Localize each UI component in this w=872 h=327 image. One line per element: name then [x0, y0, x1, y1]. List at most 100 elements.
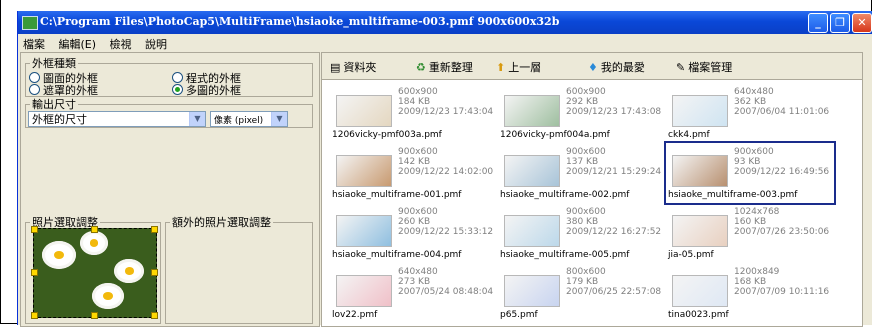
file-name: hsiaoke_multiframe-005.pmf [500, 250, 630, 260]
restore-button[interactable]: ❐ [830, 13, 850, 33]
favorites-label: 我的最愛 [600, 61, 645, 74]
title-bar[interactable]: C:\Program Files\PhotoCap5\MultiFrame\hs… [18, 11, 872, 34]
folder-button[interactable]: ▤ 資料夾 [330, 59, 376, 75]
file-dims: 600x900 [398, 87, 438, 97]
file-date: 2009/12/22 16:49:56 [734, 167, 830, 177]
file-date: 2009/12/22 14:02:00 [398, 167, 494, 177]
app-icon [22, 16, 38, 30]
file-meta: 600x900 292 KB 2009/12/23 17:43:08 [566, 87, 661, 117]
thumbnail-image [504, 215, 560, 247]
file-meta: 900x600 93 KB 2009/12/22 16:49:56 [734, 147, 829, 177]
file-dims: 640x480 [398, 267, 438, 277]
file-dims: 640x480 [734, 87, 774, 97]
menu-bar: 檔案 編輯(E) 檢視 說明 [18, 34, 872, 51]
frame-type-legend: 外框種類 [32, 57, 76, 70]
file-dims: 1024x768 [734, 207, 780, 217]
refresh-button[interactable]: ♻ 重新整理 [416, 59, 473, 75]
app-window: C:\Program Files\PhotoCap5\MultiFrame\hs… [17, 11, 872, 327]
file-thumbnail[interactable]: 900x600 260 KB 2009/12/22 15:33:12 hsiaoke_… [330, 203, 498, 263]
chevron-down-icon[interactable]: ▼ [189, 112, 205, 126]
thumbnail-image [672, 95, 728, 127]
menu-file[interactable]: 檔案 [18, 34, 50, 54]
radio-dot-selected [172, 84, 183, 95]
browser-toolbar: ▤ 資料夾 ♻ 重新整理 ⬆ 上一層 ♦ 我的最愛 ✎ 檔案管理 [322, 53, 862, 80]
refresh-label: 重新整理 [428, 61, 473, 74]
menu-view[interactable]: 檢視 [105, 34, 137, 54]
left-panel: 外框種類 圖面的外框 程式的外框 遮罩的外框 多圖的外框 輸出尺寸 外框的尺寸 … [20, 52, 320, 327]
file-name: p65.pmf [500, 310, 538, 320]
file-dims: 900x600 [566, 147, 606, 157]
folder-icon: ▤ [330, 61, 341, 74]
close-button[interactable]: ✕ [852, 13, 872, 33]
file-name: 1206vicky-pmf004a.pmf [500, 130, 610, 140]
crop-handle[interactable] [31, 312, 38, 319]
file-size: 142 KB [398, 157, 431, 167]
file-thumbnail[interactable]: 900x600 380 KB 2009/12/22 16:27:52 hsiaoke_… [498, 203, 666, 263]
file-thumbnail[interactable]: 640x480 273 KB 2007/05/24 08:48:04 lov22.pm… [330, 263, 498, 323]
file-size: 168 KB [734, 277, 767, 287]
file-thumbnail[interactable]: 600x900 184 KB 2009/12/23 17:43:04 1206vick… [330, 83, 498, 143]
crop-handle[interactable] [151, 269, 158, 276]
file-name: hsiaoke_multiframe-002.pmf [500, 190, 630, 200]
file-date: 2007/06/04 11:01:06 [734, 107, 830, 117]
thumbnail-image [504, 275, 560, 307]
thumbnail-image [336, 155, 392, 187]
file-dims: 600x900 [566, 87, 606, 97]
file-manager-button[interactable]: ✎ 檔案管理 [676, 59, 732, 75]
file-meta: 900x600 260 KB 2009/12/22 15:33:12 [398, 207, 493, 237]
file-size: 137 KB [566, 157, 599, 167]
file-dims: 900x600 [398, 207, 438, 217]
file-size: 273 KB [398, 277, 431, 287]
file-size: 160 KB [734, 217, 767, 227]
extra-photo-adjust-legend: 額外的照片選取調整 [172, 216, 271, 229]
crop-handle[interactable] [31, 226, 38, 233]
file-size: 380 KB [566, 217, 599, 227]
file-thumbnail[interactable]: 600x900 292 KB 2009/12/23 17:43:08 1206vick… [498, 83, 666, 143]
file-date: 2009/12/23 17:43:08 [566, 107, 662, 117]
menu-edit[interactable]: 編輯(E) [54, 34, 102, 54]
output-size-legend: 輸出尺寸 [32, 98, 76, 111]
crop-handle[interactable] [31, 269, 38, 276]
unit-select[interactable]: 像素 (pixel) ▼ [210, 111, 288, 127]
file-date: 2007/07/26 23:50:06 [734, 227, 830, 237]
file-thumbnail[interactable]: 900x600 137 KB 2009/12/21 15:29:24 hsiaoke_… [498, 143, 666, 203]
crop-handle[interactable] [151, 312, 158, 319]
favorites-button[interactable]: ♦ 我的最愛 [588, 59, 645, 75]
menu-help[interactable]: 說明 [140, 34, 172, 54]
unit-select-value: 像素 (pixel) [214, 116, 264, 126]
file-meta: 800x600 179 KB 2007/06/25 22:57:08 [566, 267, 661, 297]
file-browser-panel: ▤ 資料夾 ♻ 重新整理 ⬆ 上一層 ♦ 我的最愛 ✎ 檔案管理 600x900 184 K… [321, 52, 863, 327]
file-thumbnail[interactable]: 1024x768 160 KB 2007/07/26 23:50:06 jia-05.… [666, 203, 834, 263]
thumbnail-image [672, 215, 728, 247]
file-dims: 1200x849 [734, 267, 780, 277]
file-thumbnail[interactable]: 900x600 93 KB 2009/12/22 16:49:56 hsiaoke_m… [664, 141, 836, 205]
up-button[interactable]: ⬆ 上一層 [496, 59, 541, 75]
file-thumbnail[interactable]: 900x600 142 KB 2009/12/22 14:02:00 hsiaoke_… [330, 143, 498, 203]
photo-preview[interactable] [33, 228, 157, 318]
file-thumbnail[interactable]: 640x480 362 KB 2007/06/04 11:01:06 ckk4.pmf [666, 83, 834, 143]
crop-handle[interactable] [91, 312, 98, 319]
chevron-down-icon[interactable]: ▼ [271, 112, 287, 126]
minimize-button[interactable]: _ [808, 13, 828, 33]
thumbnail-grid: 600x900 184 KB 2009/12/23 17:43:04 1206vick… [328, 81, 862, 326]
window-title: C:\Program Files\PhotoCap5\MultiFrame\hs… [40, 15, 560, 28]
size-select-value: 外框的尺寸 [32, 113, 87, 126]
thumbnail-image [504, 155, 560, 187]
file-meta: 900x600 142 KB 2009/12/22 14:02:00 [398, 147, 493, 177]
file-meta: 640x480 273 KB 2007/05/24 08:48:04 [398, 267, 493, 297]
crop-handle[interactable] [91, 226, 98, 233]
up-label: 上一層 [508, 61, 542, 74]
refresh-icon: ♻ [416, 61, 426, 74]
file-size: 260 KB [398, 217, 431, 227]
file-meta: 900x600 137 KB 2009/12/21 15:29:24 [566, 147, 661, 177]
crop-handle[interactable] [151, 226, 158, 233]
file-thumbnail[interactable]: 1200x849 168 KB 2007/07/09 10:11:16 tina002… [666, 263, 834, 323]
size-select[interactable]: 外框的尺寸 ▼ [28, 111, 206, 127]
file-thumbnail[interactable]: 800x600 179 KB 2007/06/25 22:57:08 p65.pmf [498, 263, 666, 323]
outer-frame: C:\Program Files\PhotoCap5\MultiFrame\hs… [0, 0, 872, 327]
file-meta: 600x900 184 KB 2009/12/23 17:43:04 [398, 87, 493, 117]
file-name: jia-05.pmf [668, 250, 714, 260]
file-date: 2009/12/22 16:27:52 [566, 227, 662, 237]
daisy-image [92, 283, 124, 309]
up-icon: ⬆ [496, 61, 506, 74]
